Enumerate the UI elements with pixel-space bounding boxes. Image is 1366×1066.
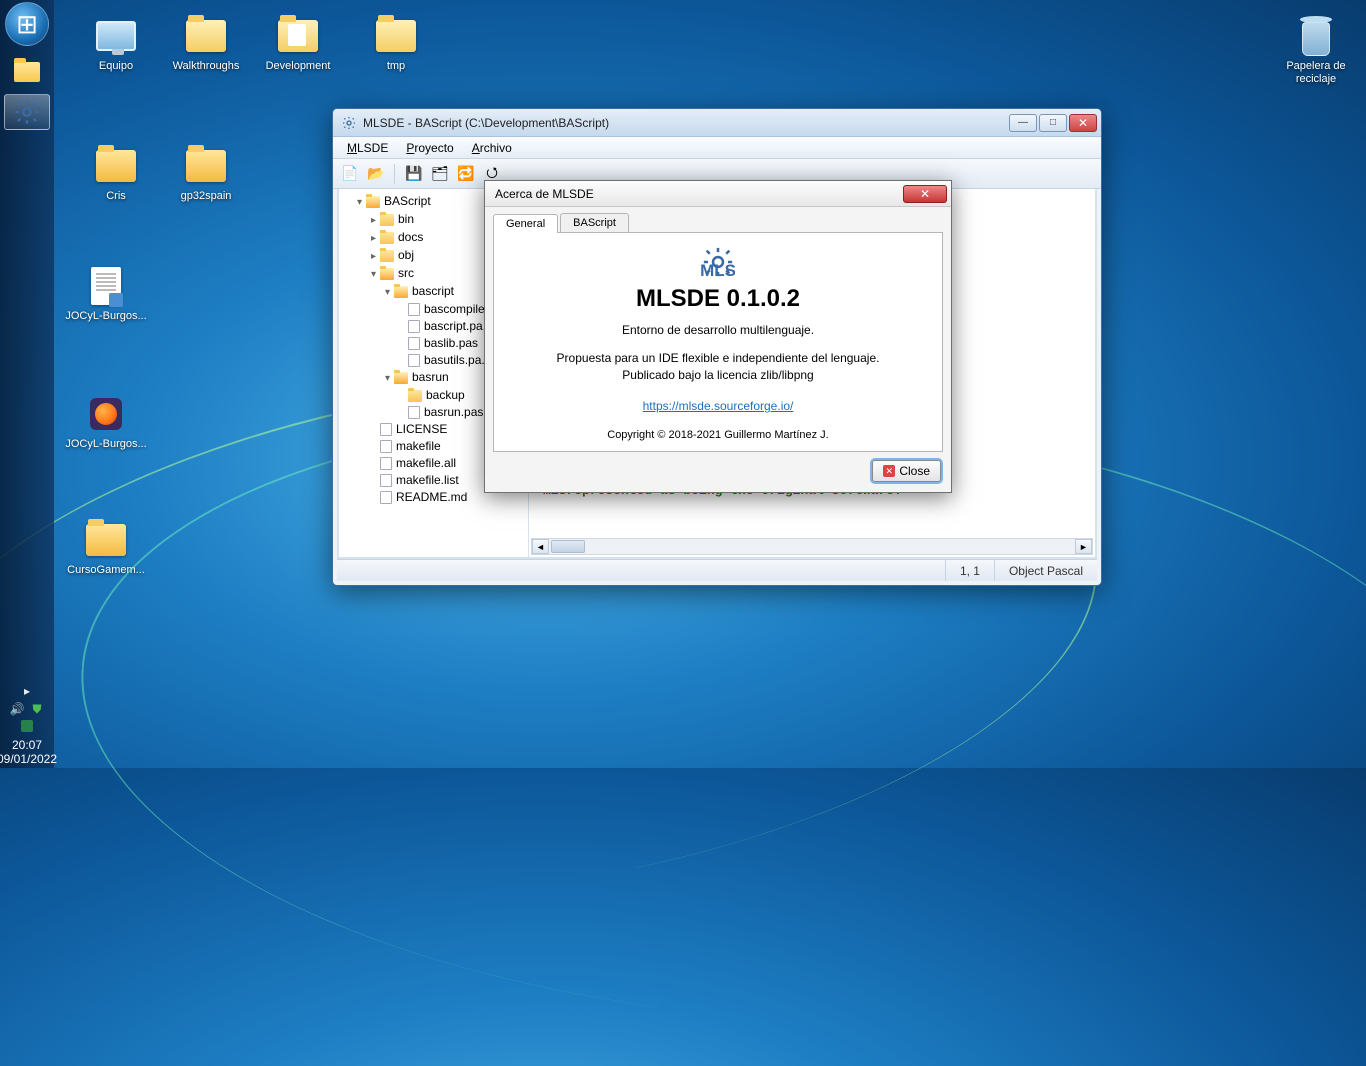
desktop-icon[interactable]: gp32spain <box>162 144 250 203</box>
desktop-icon[interactable]: CursoGamem... <box>62 518 150 577</box>
dialog-title: Acerca de MLSDE <box>495 187 903 201</box>
desktop-icon-label: JOCyL-Burgos... <box>62 438 150 451</box>
desktop-icon-label: Papelera de reciclaje <box>1272 60 1360 86</box>
toolbar-new-button[interactable]: 📄 <box>339 163 361 185</box>
tab-general[interactable]: General <box>493 214 558 233</box>
system-tray: ▸ 🔊 ⛊ 20:07 09/01/2022 <box>0 678 57 768</box>
scroll-thumb[interactable] <box>551 540 585 553</box>
dialog-close-button[interactable]: ✕ Close <box>872 460 941 482</box>
desktop-icon-label: CursoGamem... <box>62 564 150 577</box>
desktop-icon[interactable]: Development <box>254 14 342 73</box>
scroll-right-icon[interactable]: ► <box>1075 539 1092 554</box>
menu-item[interactable]: Proyecto <box>398 139 461 157</box>
dialog-body: MLS MLSDE 0.1.0.2 Entorno de desarrollo … <box>493 232 943 452</box>
desktop-icon[interactable]: Equipo <box>72 14 160 73</box>
volume-icon[interactable]: 🔊 <box>10 702 24 716</box>
taskbar: ⊞ ▸ 🔊 ⛊ 20:07 09/01/2022 <box>0 0 54 768</box>
desktop-icon-label: Equipo <box>72 60 160 73</box>
folder-icon <box>352 14 440 58</box>
document-icon <box>62 264 150 308</box>
taskbar-explorer-button[interactable] <box>4 54 50 90</box>
toolbar-save-button[interactable]: 💾 <box>403 163 425 185</box>
about-line2: Propuesta para un IDE flexible e indepen… <box>508 351 928 365</box>
desktop-icon[interactable]: JOCyL-Burgos... <box>62 392 150 451</box>
start-button[interactable]: ⊞ <box>5 2 49 46</box>
computer-icon <box>72 14 160 58</box>
folder-icon <box>72 144 160 188</box>
horizontal-scrollbar[interactable]: ◄ ► <box>531 538 1093 555</box>
about-gear-icon: MLS <box>508 245 928 279</box>
windows-logo-icon: ⊞ <box>16 9 38 40</box>
about-copyright: Copyright © 2018-2021 Guillermo Martínez… <box>508 429 928 441</box>
window-titlebar[interactable]: MLSDE - BAScript (C:\Development\BAScrip… <box>333 109 1101 137</box>
folder-icon <box>62 518 150 562</box>
desktop-icon[interactable]: Papelera de reciclaje <box>1272 14 1360 86</box>
desktop-icon[interactable]: Walkthroughs <box>162 14 250 73</box>
desktop-icon[interactable]: tmp <box>352 14 440 73</box>
desktop-icon-label: JOCyL-Burgos... <box>62 310 150 323</box>
menubar: MLSDEProyectoArchivo <box>333 137 1101 159</box>
dialog-titlebar[interactable]: Acerca de MLSDE ✕ <box>485 181 951 207</box>
folder-icon <box>254 14 342 58</box>
desktop-icon-label: Walkthroughs <box>162 60 250 73</box>
firefox-icon <box>62 392 150 436</box>
toolbar-action1-button[interactable]: 🔁 <box>455 163 477 185</box>
statusbar: 1, 1 Object Pascal <box>337 559 1097 581</box>
about-line1: Entorno de desarrollo multilenguaje. <box>508 323 928 337</box>
menu-item[interactable]: Archivo <box>464 139 520 157</box>
folder-icon <box>14 62 40 82</box>
close-button-label: Close <box>899 464 930 478</box>
desktop-icon-label: Development <box>254 60 342 73</box>
window-close-button[interactable]: ✕ <box>1069 114 1097 132</box>
tray-expand-icon[interactable]: ▸ <box>20 684 34 698</box>
desktop-icon[interactable]: JOCyL-Burgos... <box>62 264 150 323</box>
close-icon: ✕ <box>883 465 895 477</box>
scroll-left-icon[interactable]: ◄ <box>532 539 549 554</box>
taskbar-clock[interactable]: 20:07 09/01/2022 <box>0 734 57 766</box>
tab-bascript[interactable]: BAScript <box>560 213 629 232</box>
svg-text:MLS: MLS <box>701 261 735 279</box>
status-cursor-pos: 1, 1 <box>945 560 994 581</box>
minimize-button[interactable]: — <box>1009 114 1037 132</box>
about-link[interactable]: https://mlsde.sourceforge.io/ <box>643 399 794 413</box>
about-heading: MLSDE 0.1.0.2 <box>508 285 928 313</box>
shield-icon[interactable]: ⛊ <box>30 702 44 716</box>
recycle-bin-icon <box>1272 14 1360 58</box>
menu-item[interactable]: MLSDE <box>339 139 396 157</box>
clock-time: 20:07 <box>0 738 57 752</box>
gear-icon <box>12 97 42 127</box>
folder-icon <box>162 144 250 188</box>
desktop-icon[interactable]: Cris <box>72 144 160 203</box>
clock-date: 09/01/2022 <box>0 752 57 766</box>
desktop-icon-label: Cris <box>72 190 160 203</box>
tray-app-icon[interactable] <box>21 720 33 732</box>
toolbar-open-button[interactable]: 📂 <box>365 163 387 185</box>
desktop-icon-label: tmp <box>352 60 440 73</box>
status-language: Object Pascal <box>994 560 1097 581</box>
window-title: MLSDE - BAScript (C:\Development\BAScrip… <box>363 116 1009 130</box>
app-gear-icon <box>341 115 357 131</box>
desktop-icon-label: gp32spain <box>162 190 250 203</box>
maximize-button[interactable]: □ <box>1039 114 1067 132</box>
dialog-titlebar-close-button[interactable]: ✕ <box>903 185 947 203</box>
folder-icon <box>162 14 250 58</box>
toolbar-saveall-button[interactable]: 🗂 <box>429 163 451 185</box>
dialog-tabs: General BAScript <box>485 207 951 232</box>
about-dialog: Acerca de MLSDE ✕ General BAScript MLS M… <box>484 180 952 493</box>
about-line3: Publicado bajo la licencia zlib/libpng <box>508 368 928 382</box>
taskbar-mlsde-button[interactable] <box>4 94 50 130</box>
